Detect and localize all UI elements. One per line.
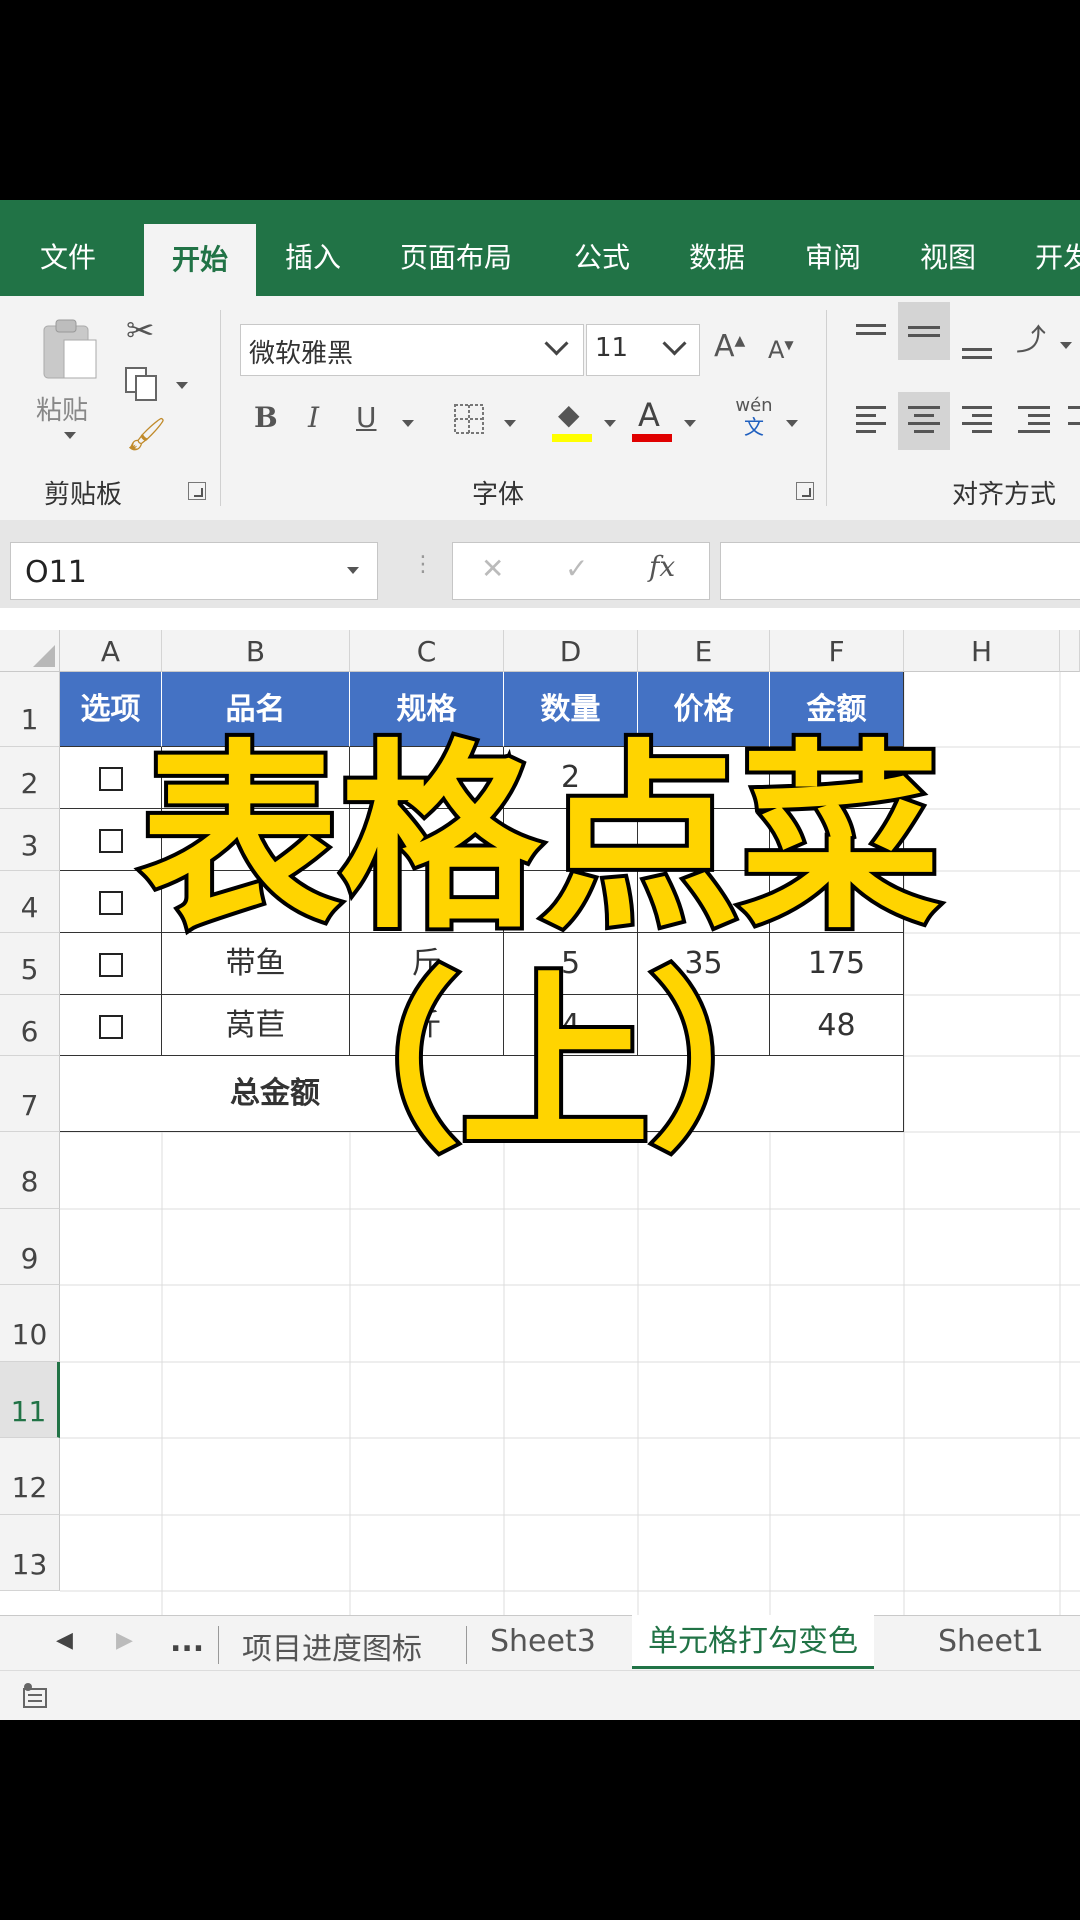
- underline-icon[interactable]: U: [356, 404, 377, 432]
- tab-developer[interactable]: 开发: [1035, 236, 1080, 276]
- border-dropdown-icon[interactable]: [504, 420, 516, 427]
- row-header-10[interactable]: 10: [0, 1285, 60, 1362]
- group-label-clipboard: 剪贴板: [44, 480, 123, 510]
- paste-label: 粘贴: [36, 396, 89, 426]
- clipboard-icon: [43, 319, 97, 379]
- font-size-value: 11: [595, 333, 629, 363]
- align-left-icon[interactable]: [852, 398, 892, 438]
- macro-record-icon[interactable]: [20, 1681, 50, 1711]
- font-size-combo[interactable]: 11: [586, 324, 700, 376]
- tab-view[interactable]: 视图: [920, 236, 976, 276]
- enter-icon[interactable]: ✓: [565, 555, 588, 583]
- copy-dropdown-icon[interactable]: [176, 382, 188, 389]
- excel-window: 文件 开始 插入 页面布局 公式 数据 审阅 视图 开发 粘贴 ✂ 🖌 剪贴板: [0, 200, 1080, 1720]
- insert-function-icon[interactable]: fx: [649, 553, 675, 581]
- tab-review[interactable]: 审阅: [805, 236, 861, 276]
- row-header-12[interactable]: 12: [0, 1438, 60, 1515]
- group-separator: [220, 310, 221, 506]
- sheet-separator: [466, 1626, 467, 1664]
- sheet-tab-checkbox-color[interactable]: 单元格打勾变色: [632, 1615, 874, 1669]
- status-bar: [0, 1670, 1080, 1720]
- copy-icon[interactable]: [124, 366, 160, 402]
- formula-input[interactable]: [720, 542, 1080, 600]
- name-box[interactable]: O11: [10, 542, 378, 600]
- italic-icon[interactable]: I: [308, 404, 319, 432]
- overlay-subtitle: （上）: [266, 954, 844, 1175]
- underline-dropdown-icon[interactable]: [402, 420, 414, 427]
- row-header-9[interactable]: 9: [0, 1209, 60, 1285]
- chevron-down-icon[interactable]: [544, 331, 569, 356]
- more-options-icon[interactable]: ⋮: [412, 554, 434, 576]
- orientation-icon[interactable]: ⤴: [1016, 326, 1046, 356]
- formula-bar: O11 ⋮ ✕ ✓ fx: [0, 520, 1080, 608]
- ribbon-tab-bar: 文件 开始 插入 页面布局 公式 数据 审阅 视图 开发: [0, 200, 1080, 296]
- bold-icon[interactable]: B: [254, 404, 278, 432]
- fill-color-icon[interactable]: ◆: [552, 398, 592, 444]
- paste-button[interactable]: 粘贴: [34, 316, 104, 446]
- name-box-value: O11: [25, 555, 87, 590]
- align-middle-icon[interactable]: [898, 302, 950, 360]
- next-sheet-icon[interactable]: ▶: [116, 1630, 133, 1652]
- chevron-down-icon[interactable]: [662, 331, 687, 356]
- row-header-11[interactable]: 11: [0, 1362, 60, 1438]
- format-painter-icon[interactable]: 🖌: [126, 418, 167, 450]
- tab-home[interactable]: 开始: [144, 224, 256, 296]
- increase-indent-icon[interactable]: [1064, 398, 1080, 438]
- sheet-tab-project-progress[interactable]: 项目进度图标: [242, 1624, 422, 1668]
- cut-icon[interactable]: ✂: [126, 314, 155, 348]
- decrease-indent-icon[interactable]: [1014, 398, 1054, 438]
- sheet-tab-sheet1[interactable]: Sheet1: [938, 1624, 1044, 1659]
- phonetic-bottom: 文: [744, 415, 764, 439]
- select-all-corner[interactable]: [0, 630, 60, 672]
- phonetic-top: wén: [735, 395, 773, 416]
- group-label-font: 字体: [472, 480, 525, 510]
- sheet-tab-sheet3[interactable]: Sheet3: [490, 1624, 596, 1659]
- group-label-alignment: 对齐方式: [952, 480, 1057, 510]
- paste-dropdown-icon[interactable]: [64, 432, 76, 439]
- font-name-combo[interactable]: 微软雅黑: [240, 324, 584, 376]
- tab-data[interactable]: 数据: [689, 236, 745, 276]
- sheet-tab-bar: ◀ ▶ ... 项目进度图标 Sheet3 单元格打勾变色 Sheet1: [0, 1615, 1080, 1671]
- sheet-separator: [218, 1626, 219, 1664]
- overlay-title: 表格点菜: [136, 723, 944, 956]
- grow-font-icon[interactable]: A▲: [714, 332, 745, 362]
- fill-color-dropdown-icon[interactable]: [604, 420, 616, 427]
- tab-formulas[interactable]: 公式: [574, 236, 630, 276]
- font-color-dropdown-icon[interactable]: [684, 420, 696, 427]
- formula-buttons: ✕ ✓ fx: [452, 542, 710, 600]
- name-box-dropdown-icon[interactable]: [347, 567, 359, 574]
- align-right-icon[interactable]: [958, 398, 998, 438]
- cancel-icon[interactable]: ✕: [481, 555, 504, 583]
- ribbon: 粘贴 ✂ 🖌 剪贴板 微软雅黑 11 A▲ A▼ B I U ◆ A wén 文…: [0, 296, 1080, 521]
- phonetic-icon[interactable]: wén 文: [732, 396, 776, 444]
- shrink-font-icon[interactable]: A▼: [768, 338, 794, 362]
- tab-page-layout[interactable]: 页面布局: [400, 236, 512, 276]
- prev-sheet-icon[interactable]: ◀: [56, 1630, 73, 1652]
- phonetic-dropdown-icon[interactable]: [786, 420, 798, 427]
- align-center-icon[interactable]: [898, 392, 950, 450]
- font-launcher-icon[interactable]: [796, 482, 814, 500]
- group-separator: [826, 310, 827, 506]
- align-bottom-icon[interactable]: [958, 324, 998, 364]
- align-top-icon[interactable]: [852, 316, 892, 356]
- more-sheets-button[interactable]: ...: [170, 1624, 204, 1659]
- row-header-13[interactable]: 13: [0, 1515, 60, 1591]
- border-icon[interactable]: [452, 402, 486, 436]
- tab-file[interactable]: 文件: [40, 236, 96, 276]
- tab-insert[interactable]: 插入: [285, 236, 341, 276]
- font-name-value: 微软雅黑: [249, 339, 354, 369]
- orientation-dropdown-icon[interactable]: [1060, 342, 1072, 349]
- clipboard-launcher-icon[interactable]: [188, 482, 206, 500]
- font-color-icon[interactable]: A: [632, 396, 672, 444]
